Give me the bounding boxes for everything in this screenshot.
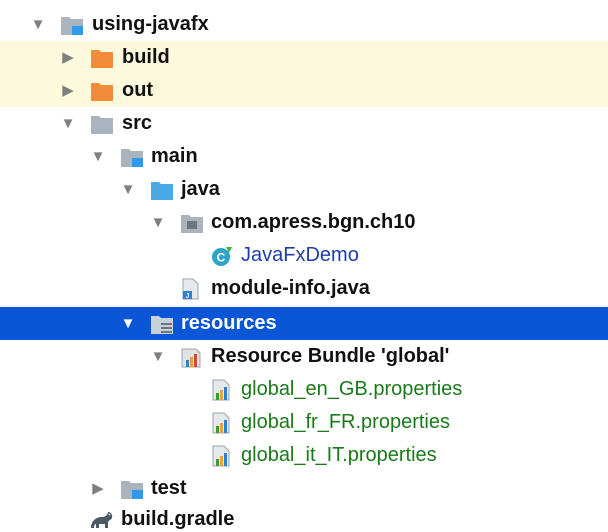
tree-item-label: test xyxy=(151,477,187,499)
tree-item-label: global_it_IT.properties xyxy=(241,444,437,466)
excluded-folder-icon xyxy=(90,47,114,69)
resource-bundle-icon xyxy=(180,346,204,368)
module-folder-icon xyxy=(120,478,144,500)
tree-item-label: main xyxy=(151,145,198,167)
excluded-folder-icon xyxy=(90,80,114,102)
expanded-arrow-icon[interactable]: ▼ xyxy=(58,107,78,140)
package-icon xyxy=(180,212,204,234)
tree-item-resources[interactable]: ▼ resources xyxy=(0,307,608,340)
tree-item-label: module-info.java xyxy=(211,277,370,299)
tree-item-properties-en-gb[interactable]: global_en_GB.properties xyxy=(0,373,608,406)
tree-item-label: JavaFxDemo xyxy=(241,244,359,266)
tree-item-label: java xyxy=(181,178,220,200)
tree-item-build[interactable]: ▶ build xyxy=(0,41,608,74)
svg-text:C: C xyxy=(217,251,226,265)
tree-item-resource-bundle[interactable]: ▼ Resource Bundle 'global' xyxy=(0,340,608,373)
expanded-arrow-icon[interactable]: ▼ xyxy=(148,206,168,239)
source-folder-icon xyxy=(150,179,174,201)
tree-item-properties-it-it[interactable]: global_it_IT.properties xyxy=(0,439,608,472)
expanded-arrow-icon[interactable]: ▼ xyxy=(88,140,108,173)
properties-file-icon xyxy=(210,412,234,434)
tree-item-label: out xyxy=(122,79,154,101)
module-folder-icon xyxy=(120,146,144,168)
collapsed-arrow-icon[interactable]: ▶ xyxy=(88,472,108,505)
properties-file-icon xyxy=(210,379,234,401)
expanded-arrow-icon[interactable]: ▼ xyxy=(118,173,138,206)
tree-item-package[interactable]: ▼ com.apress.bgn.ch10 xyxy=(0,206,608,239)
java-class-icon: C xyxy=(210,245,234,267)
tree-item-label: using-javafx xyxy=(92,13,209,35)
folder-icon xyxy=(90,113,114,135)
tree-item-test[interactable]: ▶ test xyxy=(0,472,608,505)
tree-item-label: global_fr_FR.properties xyxy=(241,411,450,433)
collapsed-arrow-icon[interactable]: ▶ xyxy=(58,41,78,74)
tree-item-using-javafx[interactable]: ▼ using-javafx xyxy=(0,8,608,41)
collapsed-arrow-icon[interactable]: ▶ xyxy=(58,74,78,107)
resources-folder-icon xyxy=(150,313,174,335)
tree-item-javafxdemo[interactable]: C JavaFxDemo xyxy=(0,239,608,272)
gradle-icon xyxy=(88,509,113,531)
tree-item-label: com.apress.bgn.ch10 xyxy=(211,211,416,233)
tree-item-label: src xyxy=(122,112,153,134)
tree-item-main[interactable]: ▼ main xyxy=(0,140,608,173)
expanded-arrow-icon[interactable]: ▼ xyxy=(118,307,138,340)
tree-item-label: global_en_GB.properties xyxy=(241,378,463,400)
java-file-icon: J xyxy=(178,278,202,300)
tree-item-label: build xyxy=(122,46,170,68)
tree-item-label: build.gradle xyxy=(121,508,235,530)
expanded-arrow-icon[interactable]: ▼ xyxy=(148,340,168,373)
properties-file-icon xyxy=(210,445,234,467)
expanded-arrow-icon[interactable]: ▼ xyxy=(28,8,48,41)
tree-item-out[interactable]: ▶ out xyxy=(0,74,608,107)
tree-item-src[interactable]: ▼ src xyxy=(0,107,608,140)
tree-item-java[interactable]: ▼ java xyxy=(0,173,608,206)
tree-item-module-info[interactable]: J module-info.java xyxy=(0,272,608,305)
tree-item-label: Resource Bundle 'global' xyxy=(211,345,450,367)
project-tree: ▼ using-javafx ▶ build ▶ out ▼ src ▼ mai… xyxy=(0,0,608,532)
tree-item-label: resources xyxy=(181,312,277,334)
tree-item-properties-fr-fr[interactable]: global_fr_FR.properties xyxy=(0,406,608,439)
svg-text:J: J xyxy=(186,293,190,300)
tree-item-build-gradle[interactable]: build.gradle xyxy=(0,503,608,532)
module-folder-icon xyxy=(60,14,84,36)
